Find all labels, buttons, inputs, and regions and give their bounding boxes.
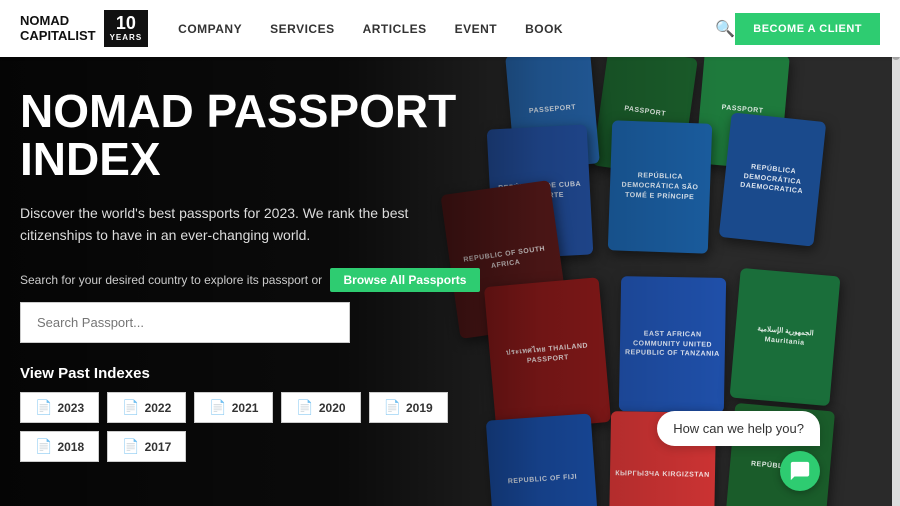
logo[interactable]: NOMADCAPITALIST 10 YEARS: [20, 10, 148, 47]
page-title: NOMAD PASSPORT INDEX: [20, 87, 540, 184]
index-buttons: 📄2023 📄2022 📄2021 📄2020 📄2019 📄2018 📄2017: [20, 392, 500, 462]
chat-avatar-button[interactable]: [780, 451, 820, 491]
index-btn-2021[interactable]: 📄2021: [194, 392, 273, 423]
nav-link-event[interactable]: EVENT: [455, 22, 498, 36]
browse-all-passports-button[interactable]: Browse All Passports: [330, 268, 481, 292]
nav-link-company[interactable]: COMPANY: [178, 22, 242, 36]
brand-years: 10 YEARS: [104, 10, 149, 47]
hero-content: NOMAD PASSPORT INDEX Discover the world'…: [20, 87, 540, 462]
chat-bubble: How can we help you?: [657, 411, 820, 446]
brand-name: NOMADCAPITALIST: [20, 14, 96, 43]
document-icon: 📄: [384, 399, 401, 416]
nav-links: COMPANY SERVICES ARTICLES EVENT BOOK: [178, 22, 711, 36]
document-icon: 📄: [209, 399, 226, 416]
index-btn-2018[interactable]: 📄2018: [20, 431, 99, 462]
nav-link-services[interactable]: SERVICES: [270, 22, 334, 36]
search-label: Search for your desired country to explo…: [20, 268, 540, 292]
past-indexes-title: View Past Indexes: [20, 365, 540, 382]
become-client-button[interactable]: BECOME A CLIENT: [735, 13, 880, 45]
chat-icon: [789, 460, 811, 482]
search-input[interactable]: [20, 302, 350, 343]
index-btn-2019[interactable]: 📄2019: [369, 392, 448, 423]
index-btn-2023[interactable]: 📄2023: [20, 392, 99, 423]
nav-link-book[interactable]: BOOK: [525, 22, 563, 36]
hero-section: PASSPORTPASSEPORTPASSPORTREPÚBLICA DE CU…: [0, 57, 900, 506]
document-icon: 📄: [296, 399, 313, 416]
search-icon[interactable]: 🔍: [715, 19, 735, 39]
document-icon: 📄: [35, 438, 52, 455]
nav-link-articles[interactable]: ARTICLES: [363, 22, 427, 36]
hero-subtitle: Discover the world's best passports for …: [20, 202, 440, 247]
scrollbar[interactable]: [892, 0, 900, 506]
index-btn-2022[interactable]: 📄2022: [107, 392, 186, 423]
document-icon: 📄: [122, 399, 139, 416]
document-icon: 📄: [122, 438, 139, 455]
document-icon: 📄: [35, 399, 52, 416]
index-btn-2020[interactable]: 📄2020: [281, 392, 360, 423]
index-btn-2017[interactable]: 📄2017: [107, 431, 186, 462]
navbar: NOMADCAPITALIST 10 YEARS COMPANY SERVICES…: [0, 0, 900, 57]
